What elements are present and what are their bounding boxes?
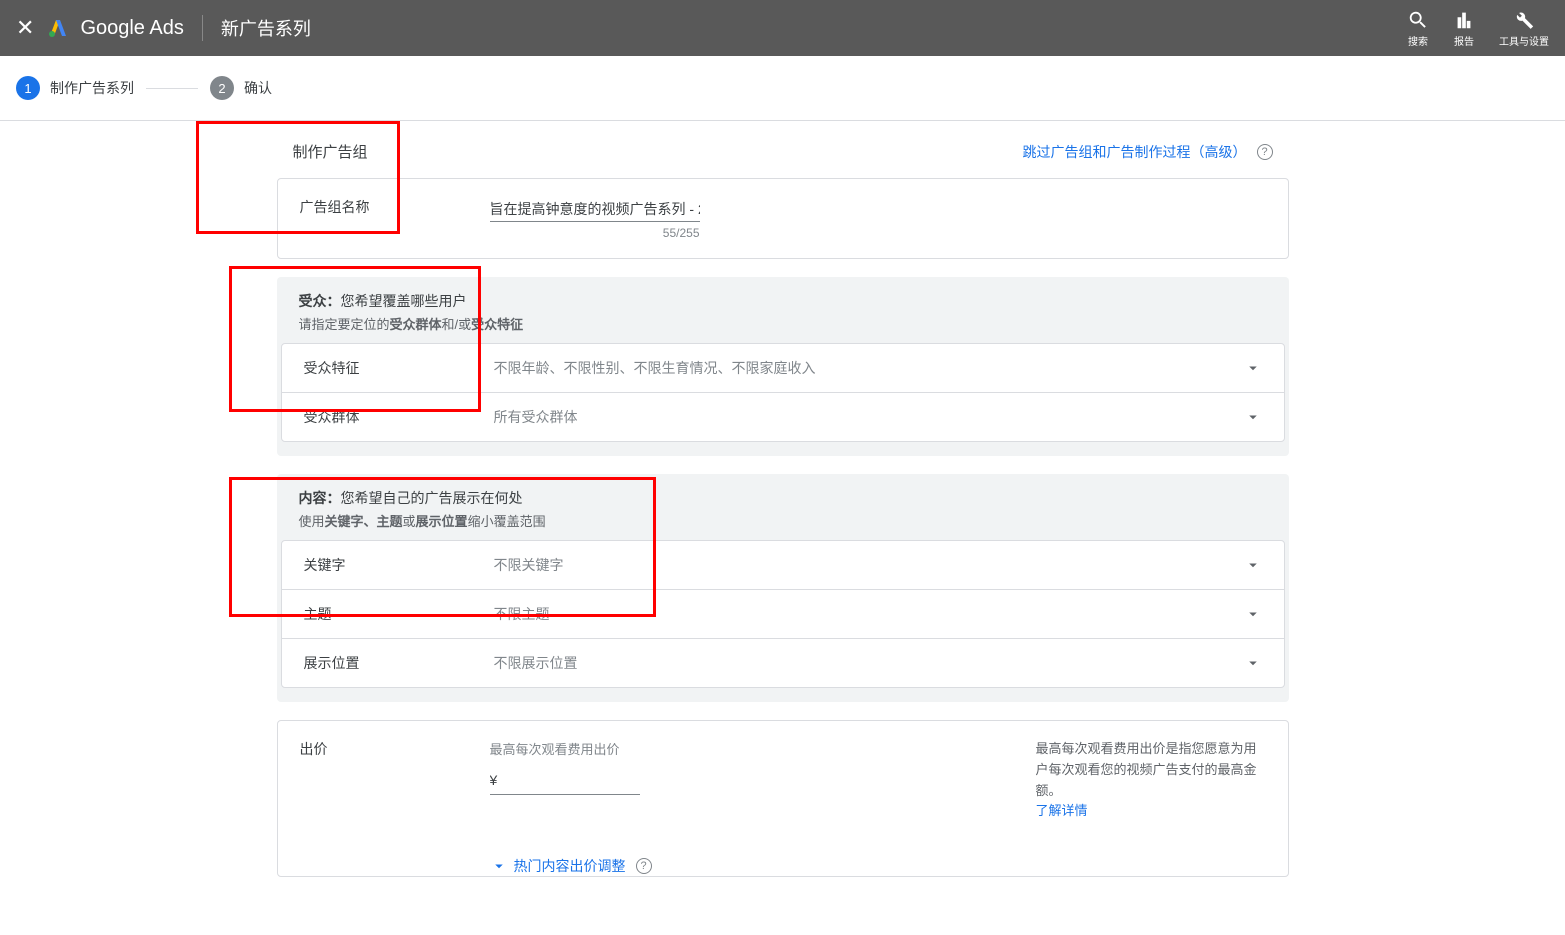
chevron-down-icon [1244, 359, 1262, 377]
audience-title-bold: 受众： [299, 293, 341, 309]
section-header: 制作广告组 跳过广告组和广告制作过程（高级） ? [273, 141, 1293, 178]
audience-title-rest: 您希望覆盖哪些用户 [341, 293, 467, 309]
reports-button[interactable]: 报告 [1453, 9, 1475, 48]
top-bar: ✕ Google Ads 新广告系列 搜索 报告 工具与设置 [0, 0, 1565, 56]
search-button[interactable]: 搜索 [1407, 9, 1429, 48]
wrench-icon [1513, 9, 1535, 31]
bid-label: 出价 [300, 739, 490, 759]
content-section: 内容：您希望自己的广告展示在何处 使用关键字、主题或展示位置缩小覆盖范围 关键字… [277, 474, 1289, 702]
help-icon[interactable]: ? [636, 858, 652, 874]
adgroup-name-card: 广告组名称 55/255 [277, 178, 1289, 259]
step-1-label: 制作广告系列 [50, 78, 134, 98]
ads-logo-icon [46, 16, 70, 40]
step-2[interactable]: 2 确认 [210, 76, 272, 100]
step-2-label: 确认 [244, 78, 272, 98]
bid-adjustment-toggle[interactable]: 热门内容出价调整 ? [278, 840, 1288, 876]
divider [202, 15, 203, 41]
char-count: 55/255 [490, 226, 700, 240]
skip-link[interactable]: 跳过广告组和广告制作过程（高级） [1023, 142, 1247, 162]
demographics-row[interactable]: 受众特征 不限年龄、不限性别、不限生育情况、不限家庭收入 受众群体 所有受众群体 [281, 343, 1285, 442]
bar-chart-icon [1453, 9, 1475, 31]
chevron-down-icon [1244, 605, 1262, 623]
step-1-circle: 1 [16, 76, 40, 100]
stepper: 1 制作广告系列 2 确认 [0, 56, 1565, 121]
chevron-down-icon [1244, 654, 1262, 672]
chevron-down-icon [490, 857, 508, 875]
placements-row[interactable]: 展示位置 不限展示位置 [282, 639, 1284, 687]
google-ads-logo[interactable]: Google Ads [46, 16, 183, 40]
step-1[interactable]: 1 制作广告系列 [16, 76, 134, 100]
chevron-down-icon [1244, 556, 1262, 574]
learn-more-link[interactable]: 了解详情 [1036, 803, 1088, 818]
top-right-icons: 搜索 报告 工具与设置 [1407, 9, 1549, 48]
close-icon[interactable]: ✕ [16, 15, 34, 41]
adgroup-name-label: 广告组名称 [300, 197, 490, 217]
page-title: 新广告系列 [221, 15, 311, 41]
adgroup-name-input[interactable] [490, 197, 700, 222]
bid-help-text: 最高每次观看费用出价是指您愿意为用户每次观看您的视频广告支付的最高金额。 了解详… [1036, 739, 1266, 822]
bid-input[interactable] [490, 766, 640, 795]
tools-button[interactable]: 工具与设置 [1499, 9, 1549, 48]
step-connector [146, 88, 198, 89]
audience-section: 受众：您希望覆盖哪些用户 请指定要定位的受众群体和/或受众特征 受众特征 不限年… [277, 277, 1289, 456]
step-2-circle: 2 [210, 76, 234, 100]
bid-card: 出价 最高每次观看费用出价 最高每次观看费用出价是指您愿意为用户每次观看您的视频… [277, 720, 1289, 877]
search-icon [1407, 9, 1429, 31]
bid-field-label: 最高每次观看费用出价 [490, 739, 996, 758]
main-content: 制作广告组 跳过广告组和广告制作过程（高级） ? 广告组名称 55/255 受众… [273, 121, 1293, 935]
brand-text: Google Ads [80, 17, 183, 40]
topics-row[interactable]: 主题 不限主题 [282, 590, 1284, 638]
chevron-down-icon [1244, 408, 1262, 426]
create-adgroup-title: 制作广告组 [293, 141, 368, 162]
audience-groups-row[interactable]: 受众群体 所有受众群体 [282, 393, 1284, 441]
help-icon[interactable]: ? [1257, 144, 1273, 160]
keywords-row[interactable]: 关键字 不限关键字 主题 不限主题 展示位置 不限展示位置 [281, 540, 1285, 688]
